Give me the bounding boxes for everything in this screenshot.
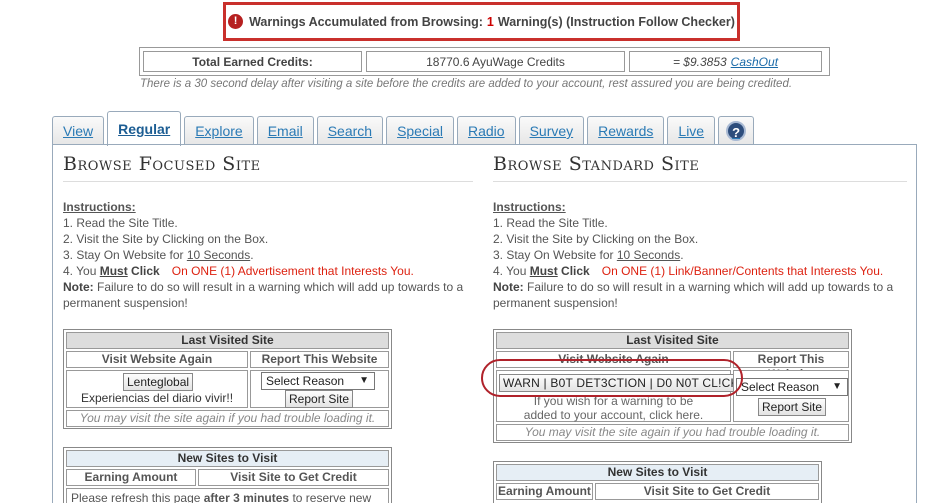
standard-title: Browse Standard Site	[493, 153, 700, 175]
visit-again-note: You may visit the site again if you had …	[66, 410, 389, 427]
annotation-highlight-oval	[481, 359, 743, 397]
report-site-button[interactable]: Report Site	[285, 390, 354, 408]
report-site-button[interactable]: Report Site	[758, 398, 827, 416]
chevron-down-icon: ▼	[832, 381, 842, 392]
warning-trap-text[interactable]: If you wish for a warning to be added to…	[497, 394, 730, 422]
visit-credit-header: Visit Site to Get Credit	[595, 483, 819, 500]
tab-radio[interactable]: Radio	[456, 116, 516, 145]
warning-count: 1	[486, 14, 494, 29]
tab-survey[interactable]: Survey	[518, 116, 585, 145]
credits-amount: 18770.6 AyuWage Credits	[366, 51, 625, 72]
focused-new-sites-box: New Sites to Visit Earning Amount Visit …	[63, 447, 392, 503]
visit-again-cell: Lenteglobal Experiencias del diario vivi…	[66, 370, 248, 408]
new-sites-header: New Sites to Visit	[66, 450, 389, 467]
earning-amount-header: Earning Amount	[66, 469, 196, 486]
last-visited-header: Last Visited Site	[496, 332, 849, 349]
instruction-step-1: 1. Read the Site Title.	[493, 216, 608, 230]
standard-divider	[493, 181, 907, 182]
credits-label: Total Earned Credits:	[143, 51, 362, 72]
tab-email[interactable]: Email	[256, 116, 314, 145]
report-cell: Select Reason ▼ Report Site	[250, 370, 389, 408]
question-icon: ?	[726, 121, 747, 141]
last-visited-header: Last Visited Site	[66, 332, 389, 349]
report-website-header: Report This Website	[250, 351, 389, 368]
new-sites-header: New Sites to Visit	[496, 464, 819, 481]
report-website-header: Report This Website	[733, 351, 849, 381]
instruction-note: Note: Failure to do so will result in a …	[63, 280, 464, 310]
report-reason-select[interactable]: Select Reason ▼	[736, 378, 848, 396]
instructions-heading: Instructions:	[493, 200, 566, 214]
warning-banner: ! Warnings Accumulated from Browsing: 1 …	[223, 2, 740, 41]
focused-instructions: Instructions: 1. Read the Site Title. 2.…	[63, 199, 483, 311]
tab-bar: View Regular Explore Email Search Specia…	[52, 110, 757, 146]
site-description: Experiencias del diario vivir!!	[80, 391, 234, 405]
instruction-step-1: 1. Read the Site Title.	[63, 216, 178, 230]
instruction-step-3: 3. Stay On Website for 10 Seconds.	[493, 248, 684, 262]
tab-view[interactable]: View	[52, 116, 105, 145]
instructions-heading: Instructions:	[63, 200, 136, 214]
report-reason-select[interactable]: Select Reason ▼	[261, 372, 375, 390]
tab-search[interactable]: Search	[316, 116, 384, 145]
instruction-step-4: 4. You Must Click On ONE (1) Link/Banner/…	[493, 264, 884, 278]
focused-last-visited-box: Last Visited Site Visit Website Again Re…	[63, 329, 392, 429]
lenteglobal-site-button[interactable]: Lenteglobal	[123, 373, 194, 391]
credits-cash: = $9.3853 CashOut	[629, 51, 822, 72]
warning-prefix: Warnings Accumulated from Browsing:	[249, 14, 483, 29]
report-cell: Select Reason ▼ Report Site	[733, 370, 849, 422]
tab-special[interactable]: Special	[386, 116, 454, 145]
cash-value: = $9.3853	[672, 54, 727, 69]
tab-help[interactable]: ?	[718, 116, 755, 145]
tab-rewards[interactable]: Rewards	[587, 116, 665, 145]
tab-explore[interactable]: Explore	[184, 116, 254, 145]
tab-live[interactable]: Live	[667, 116, 716, 145]
visit-again-header: Visit Website Again	[66, 351, 248, 368]
chevron-down-icon: ▼	[359, 375, 369, 386]
warning-suffix: Warning(s) (Instruction Follow Checker)	[497, 14, 735, 29]
refresh-note: Please refresh this page after 3 minutes…	[66, 488, 389, 503]
standard-instructions: Instructions: 1. Read the Site Title. 2.…	[493, 199, 911, 311]
visit-credit-header: Visit Site to Get Credit	[198, 469, 389, 486]
focused-divider	[63, 181, 473, 182]
instruction-step-2: 2. Visit the Site by Clicking on the Box…	[63, 232, 269, 246]
focused-title: Browse Focused Site	[63, 153, 261, 175]
earning-amount-header: Earning Amount	[496, 483, 593, 500]
instruction-step-3: 3. Stay On Website for 10 Seconds.	[63, 248, 254, 262]
credits-bar: Total Earned Credits: 18770.6 AyuWage Cr…	[139, 47, 830, 76]
instruction-step-4: 4. You Must Click On ONE (1) Advertisemen…	[63, 264, 414, 278]
instruction-step-2: 2. Visit the Site by Clicking on the Box…	[493, 232, 699, 246]
main-panel: Browse Focused Site Instructions: 1. Rea…	[52, 144, 917, 503]
standard-new-sites-box: New Sites to Visit Earning Amount Visit …	[493, 461, 822, 503]
visit-again-note: You may visit the site again if you had …	[496, 424, 849, 441]
alert-icon: !	[228, 14, 244, 29]
delay-note: There is a 30 second delay after visitin…	[140, 78, 793, 90]
tab-regular[interactable]: Regular	[107, 111, 182, 146]
instruction-note: Note: Failure to do so will result in a …	[493, 280, 894, 310]
cashout-link[interactable]: CashOut	[731, 55, 778, 69]
